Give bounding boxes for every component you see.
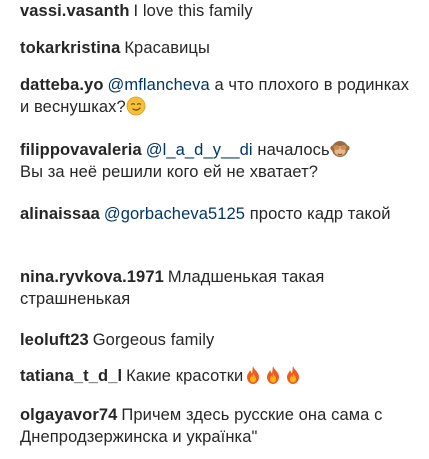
comment: leoluft23 Gorgeous family	[20, 329, 417, 351]
comment: nina.ryvkova.1971 Младшенькая такая страш…	[20, 266, 417, 310]
comment-username[interactable]: olgayavor74	[20, 406, 117, 424]
comment-text: просто кадр такой	[249, 205, 391, 223]
fire-icon	[247, 366, 260, 384]
comment: tatiana_t_d_l Какие красотки	[20, 365, 417, 387]
comment-username[interactable]: tokarkristina	[20, 39, 120, 57]
fire-icon	[287, 366, 300, 384]
comment: filippovavaleria @l_a_d_y__di началось Вы…	[20, 139, 417, 183]
comment-text-continued: Вы за неё решили кого ей не хватает?	[20, 163, 319, 181]
comment: tokarkristina Красавицы	[20, 37, 417, 59]
smirk-face-icon	[126, 96, 146, 116]
comment-username[interactable]: filippovavaleria	[20, 141, 142, 159]
comment-username[interactable]: leoluft23	[20, 331, 89, 349]
comment-text: Какие красотки	[126, 367, 244, 385]
comment: datteba.yo @mflancheva а что плохого в ро…	[20, 74, 417, 118]
comment-list: vassi.vasanth I love this family tokarkri…	[0, 0, 429, 459]
fire-icon	[267, 366, 280, 384]
comment-text: Gorgeous family	[92, 331, 215, 349]
comment-text: I love this family	[133, 2, 253, 20]
comment-mention[interactable]: @gorbacheva5125	[104, 205, 245, 223]
comment: alinaissaa @gorbacheva5125 просто кадр та…	[20, 203, 417, 225]
comment-username[interactable]: datteba.yo	[20, 76, 104, 94]
comment-username[interactable]: nina.ryvkova.1971	[20, 268, 164, 286]
comment-username[interactable]: vassi.vasanth	[20, 2, 130, 20]
comment-username[interactable]: tatiana_t_d_l	[20, 367, 122, 385]
comment-text: Красавицы	[124, 39, 210, 57]
comment: olgayavor74 Причем здесь русские она сама…	[20, 404, 417, 448]
comment-username[interactable]: alinaissaa	[20, 205, 100, 223]
comment: vassi.vasanth I love this family	[20, 0, 417, 22]
comment-text: началось	[257, 141, 330, 159]
comment-mention[interactable]: @l_a_d_y__di	[146, 141, 253, 159]
comment-mention[interactable]: @mflancheva	[108, 76, 210, 94]
see-no-evil-monkey-icon	[330, 141, 350, 157]
